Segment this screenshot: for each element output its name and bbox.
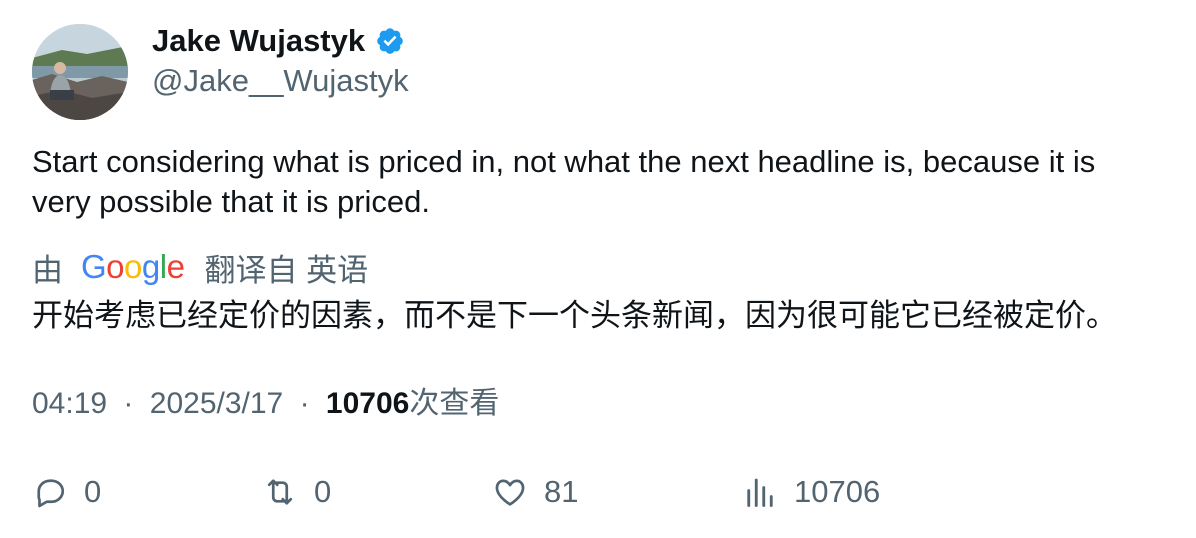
reply-icon	[37, 479, 65, 508]
views-chart-icon	[747, 478, 773, 507]
translated-text: 开始考虑已经定价的因素，而不是下一个头条新闻，因为很可能它已经被定价。	[32, 298, 1117, 333]
retweet-icon	[267, 479, 293, 505]
meta-separator: ·	[299, 387, 310, 420]
views-label: 次查看	[409, 387, 500, 420]
views-button[interactable]: 10706	[742, 470, 880, 514]
heart-icon	[495, 479, 525, 506]
action-bar: 0 0 81 10706	[0, 470, 1196, 514]
reply-count: 0	[84, 474, 102, 509]
avatar-photo	[32, 24, 128, 120]
retweet-button[interactable]: 0	[262, 470, 331, 514]
avatar[interactable]	[32, 24, 128, 120]
meta-separator: ·	[123, 387, 134, 420]
like-button[interactable]: 81	[492, 470, 578, 514]
display-name-text: Jake Wujastyk	[152, 23, 366, 58]
google-logo: Google	[81, 248, 185, 285]
translation-attribution[interactable]: 由 Google 翻译自 英语	[32, 246, 368, 288]
tweet-text: Start considering what is priced in, not…	[32, 144, 1096, 219]
tweet-date[interactable]: 2025/3/17	[150, 387, 283, 420]
author-handle[interactable]: @Jake__Wujastyk	[152, 62, 409, 100]
views-action-count: 10706	[794, 474, 881, 509]
tweet-meta: 04:19 · 2025/3/17 · 10706次查看	[32, 384, 499, 424]
author-display-name[interactable]: Jake Wujastyk	[152, 22, 405, 60]
reply-button[interactable]: 0	[32, 470, 101, 514]
translated-from-label: 翻译自 英语	[204, 252, 369, 288]
retweet-count: 0	[314, 474, 332, 509]
translated-by-label: 由	[32, 252, 63, 288]
views-count: 10706	[325, 387, 410, 420]
tweet-time[interactable]: 04:19	[32, 387, 107, 420]
verified-badge-icon	[375, 26, 405, 56]
like-count: 81	[544, 474, 579, 509]
